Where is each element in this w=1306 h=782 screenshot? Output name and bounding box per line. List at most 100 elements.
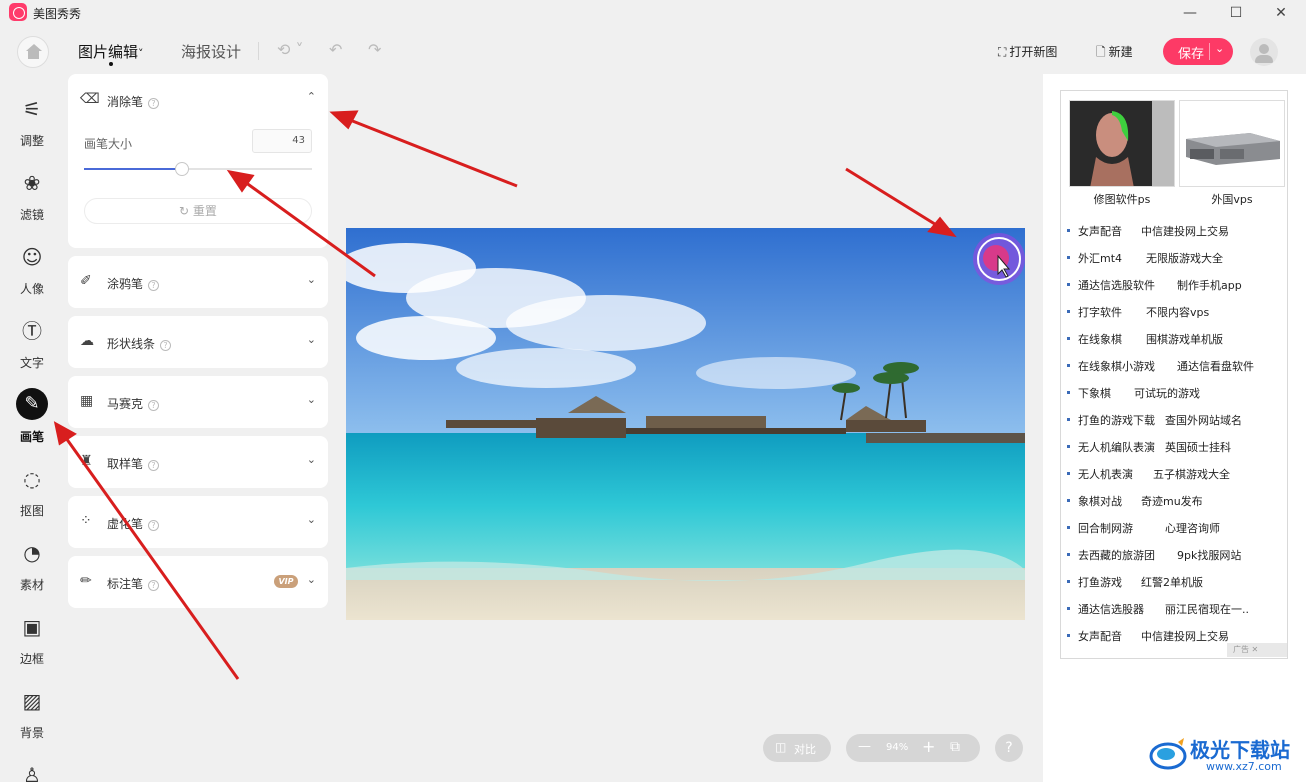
fit-screen-icon[interactable]: ⧉: [950, 739, 960, 755]
zoom-out-button[interactable]: —: [858, 739, 871, 754]
cutout-icon: ◌: [23, 467, 41, 491]
ad-link[interactable]: 去西藏的旅游团: [1078, 547, 1155, 563]
ad-link[interactable]: 在线象棋: [1078, 331, 1122, 347]
ad-thumb-caption[interactable]: 外国vps: [1179, 191, 1285, 207]
ad-link[interactable]: 回合制网游: [1078, 520, 1133, 536]
help-icon[interactable]: ?: [148, 520, 160, 531]
ad-link[interactable]: 中信建投网上交易: [1141, 628, 1229, 644]
ad-link[interactable]: 9pk找服网站: [1177, 547, 1241, 563]
chevron-down-icon[interactable]: ⌄: [307, 393, 316, 406]
sidebar-item-frame[interactable]: ▣ 边框: [0, 606, 64, 672]
help-button[interactable]: ?: [995, 734, 1023, 762]
ad-thumb-caption[interactable]: 修图软件ps: [1069, 191, 1175, 207]
slider-thumb[interactable]: [175, 162, 190, 176]
tool-row-doodle-pen[interactable]: ✐ 涂鸦笔? ⌄: [68, 256, 328, 308]
history-icon[interactable]: ⟲ ˅: [277, 40, 304, 59]
ad-link[interactable]: 五子棋游戏大全: [1153, 466, 1230, 482]
tool-row-label: 马赛克?: [107, 395, 160, 412]
ad-close-badge[interactable]: 广告 ✕: [1227, 643, 1287, 657]
maximize-button[interactable]: ☐: [1226, 3, 1246, 23]
ad-link[interactable]: 外汇mt4: [1078, 250, 1122, 266]
home-button[interactable]: [17, 36, 49, 68]
close-button[interactable]: ✕: [1271, 3, 1291, 23]
ad-link[interactable]: 红警2单机版: [1141, 574, 1203, 590]
sidebar-item-label: 背景: [19, 726, 44, 740]
sidebar-item-sticker[interactable]: ◔ 素材: [0, 532, 64, 598]
sidebar-item-background[interactable]: ▨ 背景: [0, 680, 64, 746]
bullet: [1067, 364, 1070, 367]
help-icon[interactable]: ?: [148, 98, 160, 109]
tab-poster-design[interactable]: 海报设计: [181, 41, 241, 62]
sidebar-item-portrait[interactable]: ☺ 人像: [0, 236, 64, 302]
sidebar-item-cutout[interactable]: ◌ 抠图: [0, 458, 64, 524]
minimize-button[interactable]: —: [1180, 3, 1200, 23]
ad-link[interactable]: 英国硕士挂科: [1165, 439, 1231, 455]
help-icon[interactable]: ?: [148, 580, 160, 591]
reset-button[interactable]: ↻ 重置: [84, 198, 312, 224]
ad-link[interactable]: 心理咨询师: [1165, 520, 1220, 536]
chevron-down-icon[interactable]: ⌄: [307, 273, 316, 286]
ad-link[interactable]: 象棋对战: [1078, 493, 1122, 509]
ad-row: 无人机编队表演 英国硕士挂科: [1067, 439, 1285, 455]
sidebar-item-brush[interactable]: ✎ 画笔: [0, 384, 64, 450]
zoom-in-button[interactable]: +: [922, 737, 935, 756]
ad-link[interactable]: 通达信选股器: [1078, 601, 1144, 617]
avatar[interactable]: [1250, 38, 1278, 66]
ad-link[interactable]: 不限内容vps: [1146, 304, 1209, 320]
ad-link[interactable]: 在线象棋小游戏: [1078, 358, 1155, 374]
chevron-down-icon[interactable]: ⌄: [307, 573, 316, 586]
ad-link[interactable]: 通达信选股软件: [1078, 277, 1155, 293]
ad-link[interactable]: 打字软件: [1078, 304, 1122, 320]
sidebar-item-text[interactable]: Ⓣ 文字: [0, 310, 64, 376]
sidebar-item-filter[interactable]: ❀ 滤镜: [0, 162, 64, 228]
brush-size-input[interactable]: 43: [252, 129, 312, 153]
help-icon[interactable]: ?: [148, 280, 160, 291]
sidebar-item-label: 文字: [19, 356, 44, 370]
canvas-image[interactable]: [346, 228, 1025, 620]
chevron-up-icon[interactable]: ⌃: [307, 90, 316, 103]
chevron-down-icon[interactable]: ⌄: [307, 453, 316, 466]
save-button[interactable]: 保存 ⌄: [1163, 38, 1233, 65]
new-button[interactable]: 🗋 新建: [1096, 43, 1133, 64]
tool-row-shape-line[interactable]: ☁ 形状线条? ⌄: [68, 316, 328, 368]
ad-link[interactable]: 查国外网站域名: [1165, 412, 1242, 428]
tool-row-blur-pen[interactable]: ⁘ 虚化笔? ⌄: [68, 496, 328, 548]
site-watermark: 极光下载站 www.xz7.com: [1148, 730, 1298, 778]
help-icon[interactable]: ?: [148, 400, 160, 411]
tool-row-mosaic[interactable]: ▦ 马赛克? ⌄: [68, 376, 328, 428]
ad-link[interactable]: 中信建投网上交易: [1141, 223, 1229, 239]
tool-row-marker-pen[interactable]: ✏ 标注笔? VIP ⌄: [68, 556, 328, 608]
open-new-image-button[interactable]: ⛶ 打开新图: [998, 43, 1057, 60]
ad-link[interactable]: 制作手机app: [1177, 277, 1242, 293]
compare-button[interactable]: ◫ 对比: [763, 734, 831, 762]
chevron-down-icon[interactable]: ⌄: [1215, 42, 1224, 55]
sidebar-item-adjust[interactable]: ⚟ 调整: [0, 88, 64, 154]
ad-link[interactable]: 无人机表演: [1078, 466, 1133, 482]
redo-icon[interactable]: ↷: [368, 40, 381, 59]
help-icon[interactable]: ?: [160, 340, 172, 351]
ad-link[interactable]: 奇迹mu发布: [1141, 493, 1203, 509]
chevron-down-icon[interactable]: ⌄: [307, 333, 316, 346]
tool-row-label: 标注笔?: [107, 575, 160, 592]
ad-link[interactable]: 无限版游戏大全: [1146, 250, 1223, 266]
ad-link[interactable]: 丽江民宿现在一..: [1165, 601, 1249, 617]
ad-link[interactable]: 围棋游戏单机版: [1146, 331, 1223, 347]
ad-link[interactable]: 通达信看盘软件: [1177, 358, 1254, 374]
ad-link[interactable]: 女声配音: [1078, 223, 1122, 239]
sidebar-item-person[interactable]: ♙: [0, 754, 64, 782]
ad-link[interactable]: 无人机编队表演: [1078, 439, 1155, 455]
tool-row-sample-pen[interactable]: ♜ 取样笔? ⌄: [68, 436, 328, 488]
ad-thumb-vps[interactable]: [1179, 100, 1285, 187]
undo-icon[interactable]: ↶: [329, 40, 342, 59]
ad-link[interactable]: 打鱼的游戏下载: [1078, 412, 1155, 428]
brush-size-slider[interactable]: [84, 168, 312, 170]
ad-thumb-ps[interactable]: [1069, 100, 1175, 187]
ad-link[interactable]: 打鱼游戏: [1078, 574, 1122, 590]
ad-link[interactable]: 下象棋: [1078, 385, 1111, 401]
ad-link[interactable]: 可试玩的游戏: [1134, 385, 1200, 401]
tab-image-edit[interactable]: 图片编辑˅: [78, 41, 144, 62]
eraser-title[interactable]: 消除笔?: [107, 93, 160, 110]
chevron-down-icon[interactable]: ⌄: [307, 513, 316, 526]
help-icon[interactable]: ?: [148, 460, 160, 471]
ad-link[interactable]: 女声配音: [1078, 628, 1122, 644]
